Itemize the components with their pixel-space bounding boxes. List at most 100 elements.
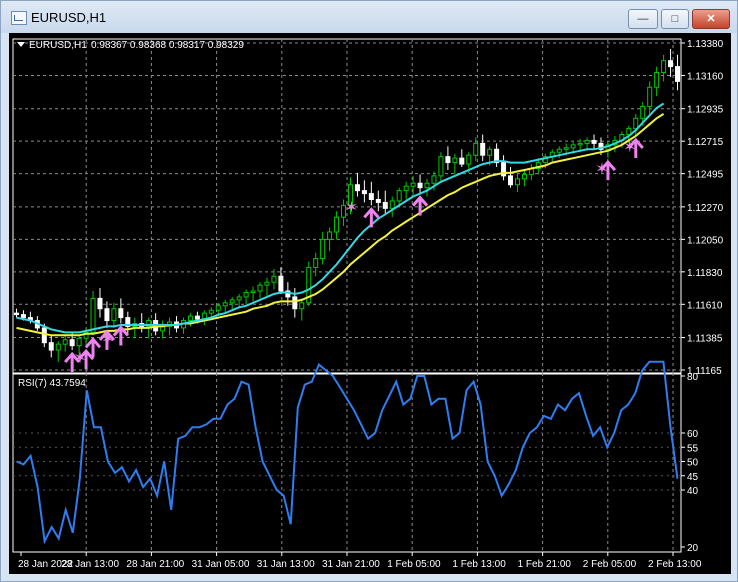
x-tick-label: 2 Feb 13:00 xyxy=(648,559,702,570)
rsi-y-tick-label: 20 xyxy=(687,543,699,554)
chart-area[interactable]: 28 Jan 2022 28 Jan 13:00 28 Jan 21:00 31 Ja… xyxy=(9,33,731,574)
bull-candle xyxy=(487,148,493,156)
bull-candle xyxy=(431,175,437,184)
bull-candle xyxy=(334,216,340,233)
bull-candle xyxy=(577,142,583,146)
bull-candle xyxy=(229,299,235,304)
title-bar[interactable]: EURUSD,H1 — □ ✕ xyxy=(1,1,737,33)
bull-candle xyxy=(187,315,193,322)
close-button[interactable]: ✕ xyxy=(692,9,730,29)
chart-canvas[interactable]: 28 Jan 202228 Jan 13:00 28 Jan 21:00 31 Ja… xyxy=(9,33,731,574)
bull-candle xyxy=(466,154,472,165)
star-marker-icon: ✶ xyxy=(73,348,86,367)
bear-candle xyxy=(118,308,124,319)
bull-candle xyxy=(424,182,430,189)
x-tick-label: 28 Jan 13:00 xyxy=(61,559,119,570)
x-tick-label: 28 Jan 21:00 xyxy=(126,559,184,570)
bull-candle xyxy=(654,72,660,88)
bull-candle xyxy=(236,296,242,301)
bull-candle xyxy=(410,182,416,187)
rsi-y-tick-label: 45 xyxy=(687,472,699,483)
bull-candle xyxy=(438,156,444,177)
bear-candle xyxy=(368,193,374,200)
bull-candle xyxy=(389,200,395,209)
bull-candle xyxy=(647,86,653,107)
x-tick-label: 31 Jan 13:00 xyxy=(257,559,315,570)
bull-candle xyxy=(473,142,479,156)
x-tick-label: 1 Feb 05:00 xyxy=(387,559,441,570)
star-marker-icon: ✶ xyxy=(345,198,358,217)
rsi-y-tick-label: 55 xyxy=(687,443,699,454)
x-tick-label: 2 Feb 05:00 xyxy=(583,559,637,570)
chart-menu-triangle-icon xyxy=(17,42,25,47)
bear-candle xyxy=(591,139,597,144)
bear-candle xyxy=(480,142,486,156)
bull-candle xyxy=(640,105,646,119)
bull-candle xyxy=(313,258,319,268)
bear-candle xyxy=(292,296,298,310)
bull-candle xyxy=(222,302,228,307)
bear-candle xyxy=(194,315,200,320)
chart-header-ohlc: 0.98367 0.98368 0.98317 0.98329 xyxy=(91,40,244,51)
maximize-button[interactable]: □ xyxy=(661,9,689,29)
bull-candle xyxy=(584,139,590,144)
bull-candle xyxy=(250,290,256,293)
x-tick-label: 1 Feb 21:00 xyxy=(518,559,572,570)
rsi-y-tick-label: 40 xyxy=(687,486,699,497)
bear-candle xyxy=(48,342,54,351)
bear-candle xyxy=(675,66,681,82)
buy-arrow-icon xyxy=(363,207,380,228)
bear-candle xyxy=(97,297,103,310)
bull-candle xyxy=(570,144,576,149)
bull-candle xyxy=(76,337,82,347)
bull-candle xyxy=(243,291,249,298)
bear-candle xyxy=(375,198,381,203)
minimize-button[interactable]: — xyxy=(628,9,658,29)
bear-candle xyxy=(459,157,465,165)
chart-header-symbol: EURUSD,H1 xyxy=(29,40,87,51)
fast-ma-line xyxy=(16,102,665,334)
bull-candle xyxy=(320,238,326,260)
rsi-header-label: RSI(7) 43.7594 xyxy=(18,378,86,389)
chart-window: EURUSD,H1 — □ ✕ 28 Jan 2022 28 Jan 13:00 2… xyxy=(0,0,738,582)
bull-candle xyxy=(208,309,214,314)
bull-candle xyxy=(403,185,409,192)
x-tick-label: 31 Jan 21:00 xyxy=(322,559,380,570)
bull-candle xyxy=(264,281,270,286)
bear-candle xyxy=(417,182,423,189)
bull-candle xyxy=(299,302,305,310)
bear-candle xyxy=(361,190,367,195)
bull-candle xyxy=(90,297,96,333)
bull-candle xyxy=(452,157,458,164)
bull-candle xyxy=(633,117,639,130)
chart-window-icon xyxy=(11,11,27,25)
y-tick-label: 1.11610 xyxy=(687,300,723,311)
window-title: EURUSD,H1 xyxy=(31,10,107,25)
bear-candle xyxy=(445,156,451,164)
bull-candle xyxy=(563,147,569,150)
y-tick-label: 1.11385 xyxy=(687,334,723,345)
bear-candle xyxy=(41,327,47,344)
bear-candle xyxy=(508,175,514,186)
bull-candle xyxy=(55,343,61,351)
rsi-y-tick-label: 80 xyxy=(687,372,699,383)
bull-candle xyxy=(514,178,520,186)
bear-candle xyxy=(278,275,284,292)
bull-candle xyxy=(661,60,667,74)
x-tick-label: 31 Jan 05:00 xyxy=(192,559,250,570)
star-marker-icon: ✶ xyxy=(595,159,608,178)
y-tick-label: 1.12050 xyxy=(687,235,724,246)
bull-candle xyxy=(111,308,117,322)
bull-candle xyxy=(215,305,221,311)
rsi-y-tick-label: 50 xyxy=(687,458,699,469)
bull-candle xyxy=(271,275,277,283)
star-marker-icon: ✶ xyxy=(623,137,636,156)
bear-candle xyxy=(382,201,388,209)
y-tick-label: 1.12935 xyxy=(687,105,724,116)
star-marker-icon: ✶ xyxy=(101,329,114,348)
bear-candle xyxy=(20,314,26,319)
y-tick-label: 1.12270 xyxy=(687,203,724,214)
bull-candle xyxy=(521,173,527,180)
y-tick-label: 1.12495 xyxy=(687,170,724,181)
y-tick-label: 1.13380 xyxy=(687,39,724,50)
